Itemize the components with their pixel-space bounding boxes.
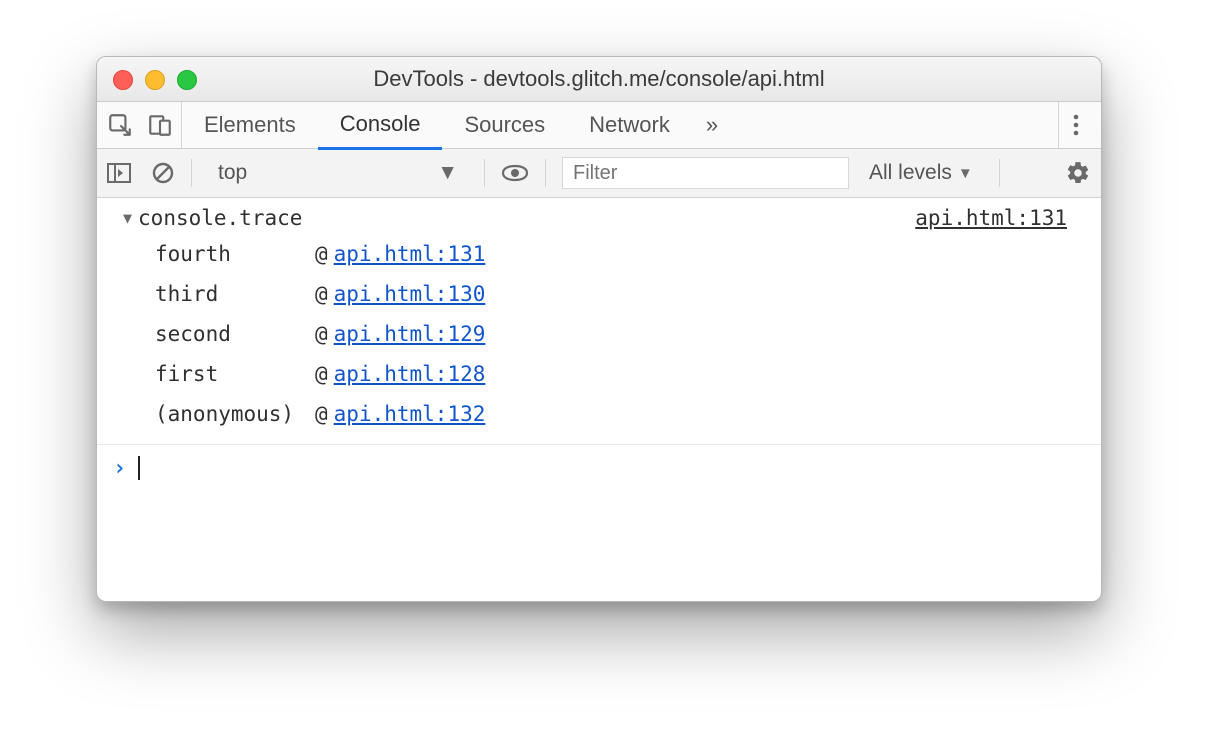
device-toolbar-icon[interactable] <box>147 112 173 138</box>
window-title: DevTools - devtools.glitch.me/console/ap… <box>97 66 1101 92</box>
stack-fn-name: (anonymous) <box>155 402 315 426</box>
chevron-down-icon: ▼ <box>437 161 458 185</box>
tabs-left-icons <box>105 102 182 148</box>
clear-console-icon[interactable] <box>151 161 175 185</box>
execution-context-label: top <box>218 161 247 185</box>
live-expression-icon[interactable] <box>501 164 529 182</box>
inspect-element-icon[interactable] <box>107 112 133 138</box>
stack-frame: fourth @ api.html:131 <box>155 234 1101 274</box>
stack-frame: (anonymous) @ api.html:132 <box>155 394 1101 434</box>
execution-context-dropdown[interactable]: top ▼ <box>208 156 468 190</box>
trace-source-link[interactable]: api.html:131 <box>915 206 1085 230</box>
stack-fn-name: second <box>155 322 315 346</box>
titlebar: DevTools - devtools.glitch.me/console/ap… <box>97 57 1101 102</box>
text-cursor <box>138 456 140 480</box>
log-levels-dropdown[interactable]: All levels ▼ <box>859 161 983 185</box>
log-levels-label: All levels <box>869 161 952 185</box>
tab-network[interactable]: Network <box>567 102 692 148</box>
tab-sources[interactable]: Sources <box>442 102 567 148</box>
trace-header-row: ▼ console.trace api.html:131 <box>97 204 1101 234</box>
at-symbol: @ <box>315 282 334 306</box>
stack-trace: fourth @ api.html:131 third @ api.html:1… <box>97 234 1101 440</box>
stack-frame: first @ api.html:128 <box>155 354 1101 394</box>
stack-fn-name: first <box>155 362 315 386</box>
filter-input[interactable] <box>562 157 849 189</box>
stack-source-link[interactable]: api.html:128 <box>334 362 486 386</box>
minimize-window-button[interactable] <box>145 70 165 90</box>
devtools-window: DevTools - devtools.glitch.me/console/ap… <box>96 56 1102 602</box>
tab-elements[interactable]: Elements <box>182 102 318 148</box>
tabs-overflow-button[interactable]: » <box>692 112 732 138</box>
console-prompt[interactable]: › <box>97 445 1101 491</box>
zoom-window-button[interactable] <box>177 70 197 90</box>
stack-source-link[interactable]: api.html:130 <box>334 282 486 306</box>
console-output: ▼ console.trace api.html:131 fourth @ ap… <box>97 198 1101 491</box>
disclosure-triangle-icon[interactable]: ▼ <box>123 209 132 227</box>
stack-frame: second @ api.html:129 <box>155 314 1101 354</box>
stack-source-link[interactable]: api.html:129 <box>334 322 486 346</box>
trace-label: console.trace <box>138 206 302 230</box>
chevron-down-icon: ▼ <box>958 165 973 182</box>
tab-console[interactable]: Console <box>318 101 443 150</box>
toggle-sidebar-icon[interactable] <box>107 163 131 183</box>
devtools-menu-button[interactable] <box>1058 102 1093 148</box>
stack-fn-name: third <box>155 282 315 306</box>
at-symbol: @ <box>315 322 334 346</box>
close-window-button[interactable] <box>113 70 133 90</box>
console-toolbar: top ▼ All levels ▼ <box>97 149 1101 198</box>
stack-frame: third @ api.html:130 <box>155 274 1101 314</box>
devtools-tabs: Elements Console Sources Network » <box>97 102 1101 149</box>
window-controls <box>113 70 197 90</box>
console-settings-icon[interactable] <box>1065 160 1091 186</box>
stack-source-link[interactable]: api.html:131 <box>334 242 486 266</box>
at-symbol: @ <box>315 362 334 386</box>
at-symbol: @ <box>315 402 334 426</box>
stack-source-link[interactable]: api.html:132 <box>334 402 486 426</box>
stack-fn-name: fourth <box>155 242 315 266</box>
at-symbol: @ <box>315 242 334 266</box>
prompt-caret-icon: › <box>113 456 138 481</box>
